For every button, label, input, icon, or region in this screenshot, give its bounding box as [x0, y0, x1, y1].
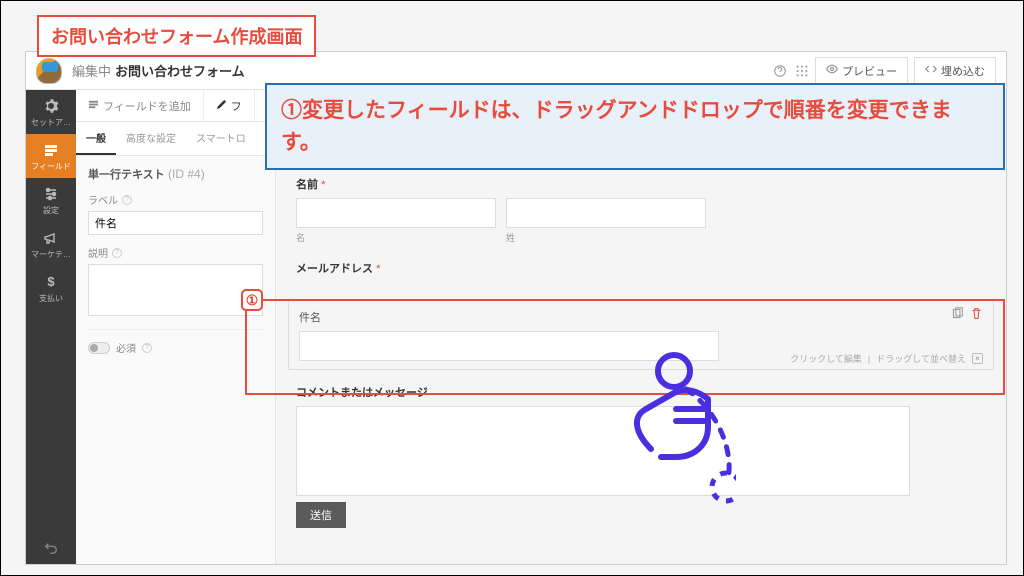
megaphone-icon: [42, 229, 60, 247]
help-icon[interactable]: ?: [112, 248, 122, 258]
tab-add-field[interactable]: フィールドを追加: [76, 90, 204, 121]
desc-field-label: 説明?: [88, 245, 263, 260]
label-field-label: ラベル?: [88, 192, 263, 207]
rail-fields[interactable]: フィールド: [26, 134, 76, 178]
gear-icon: [42, 97, 60, 115]
rail-payment[interactable]: $ 支払い: [26, 266, 76, 310]
help-icon[interactable]: ?: [122, 195, 132, 205]
left-rail: セットア… フィールド 設定 マーケテ… $ 支払い: [26, 90, 76, 564]
subtab-smart[interactable]: スマートロ: [186, 122, 256, 155]
pencil-icon: [216, 99, 227, 113]
preview-label-comment: コメントまたはメッセージ: [296, 384, 986, 400]
app-logo-icon: [36, 58, 62, 84]
help-icon[interactable]: [773, 64, 787, 78]
rail-label: 設定: [43, 205, 59, 216]
field-hint: クリックして編集 | ドラッグして並べ替え ×: [790, 352, 983, 365]
preview-comment-textarea[interactable]: [296, 406, 910, 496]
preview-subject-input[interactable]: [299, 331, 719, 361]
preview-label-subject: 件名: [299, 309, 983, 325]
preview-label-name: 名前 *: [296, 176, 986, 192]
field-type-heading: 単一行テキスト (ID #4): [88, 166, 263, 182]
preview-sublabel-first: 名: [296, 231, 496, 244]
fields-icon: [42, 141, 60, 159]
preview-submit-button[interactable]: 送信: [296, 502, 346, 528]
required-toggle-row[interactable]: 必須 ?: [88, 340, 263, 355]
svg-text:$: $: [47, 274, 55, 289]
embed-icon: [925, 63, 937, 78]
subtab-advanced[interactable]: 高度な設定: [116, 122, 186, 155]
apps-grid-icon[interactable]: [795, 64, 809, 78]
embed-button[interactable]: 埋め込む: [914, 57, 996, 85]
rail-label: フィールド: [31, 161, 71, 172]
copy-icon[interactable]: [951, 307, 964, 323]
close-icon[interactable]: ×: [972, 353, 983, 364]
preview-name-first-input[interactable]: [296, 198, 496, 228]
selected-field-subject[interactable]: 件名 クリックして編集 | ドラッグして並べ替え ×: [288, 300, 994, 370]
list-icon: [88, 99, 99, 113]
rail-label: マーケテ…: [31, 249, 71, 260]
tutorial-title-banner: お問い合わせフォーム作成画面: [37, 15, 316, 57]
tab-field-options[interactable]: フ: [204, 90, 255, 121]
rail-undo[interactable]: [26, 534, 76, 564]
eye-icon: [826, 63, 838, 78]
preview-sublabel-last: 姓: [506, 231, 706, 244]
rail-label: 支払い: [39, 293, 63, 304]
description-input[interactable]: [88, 264, 263, 316]
undo-icon: [44, 541, 58, 557]
subtab-general[interactable]: 一般: [76, 122, 116, 155]
dollar-icon: $: [42, 273, 60, 291]
rail-marketing[interactable]: マーケテ…: [26, 222, 76, 266]
toggle-switch[interactable]: [88, 342, 110, 354]
rail-settings[interactable]: 設定: [26, 178, 76, 222]
trash-icon[interactable]: [970, 307, 983, 323]
settings-panel: フィールドを追加 フ 一般 高度な設定 スマートロ 単一行テキスト (ID #4…: [76, 90, 276, 564]
preview-label-email: メールアドレス *: [296, 260, 986, 276]
preview-button[interactable]: プレビュー: [815, 57, 908, 85]
rail-label: セットア…: [31, 117, 71, 128]
page-title: 編集中お問い合わせフォーム: [72, 61, 245, 80]
help-icon[interactable]: ?: [142, 343, 152, 353]
rail-setup[interactable]: セットア…: [26, 90, 76, 134]
preview-name-last-input[interactable]: [506, 198, 706, 228]
sliders-icon: [42, 185, 60, 203]
label-input[interactable]: [88, 211, 263, 235]
tutorial-instruction: ①変更したフィールドは、ドラッグアンドドロップで順番を変更できます。: [265, 83, 1005, 170]
